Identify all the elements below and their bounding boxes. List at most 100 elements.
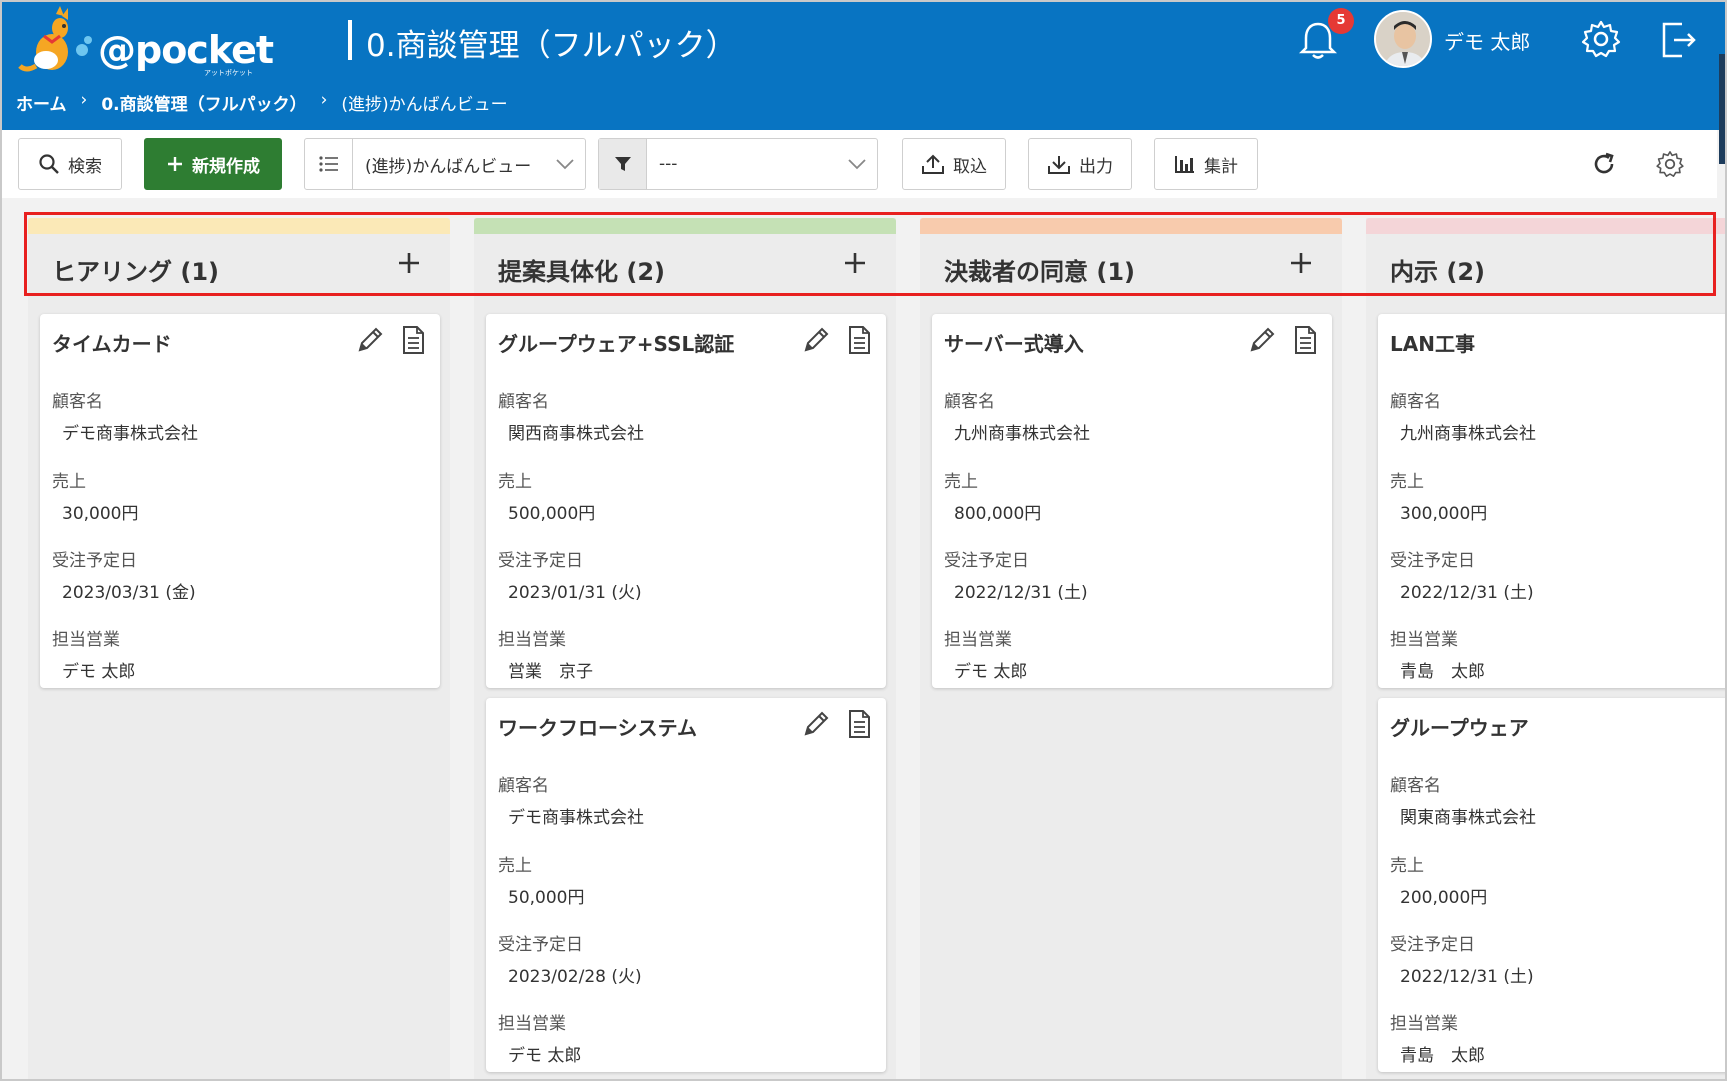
breadcrumb-current-view: (進捗)かんばんビュー [341, 95, 508, 115]
import-button[interactable]: 取込 [902, 138, 1006, 190]
column-title: ヒアリング (1) [52, 258, 219, 286]
column-status-stripe [474, 218, 896, 234]
edit-button[interactable] [800, 324, 832, 356]
filter-button[interactable] [599, 139, 647, 189]
kangaroo-logo-icon [18, 6, 92, 72]
chevron-down-icon [545, 158, 585, 170]
detail-button[interactable] [398, 324, 428, 356]
plus-icon [845, 253, 865, 273]
card-title[interactable]: グループウェア+SSL認証 [498, 328, 734, 357]
scrollbar-thumb[interactable] [1719, 54, 1725, 164]
add-card-button[interactable] [394, 248, 424, 278]
export-button[interactable]: 出力 [1028, 138, 1132, 190]
field-label-order-date: 受注予定日 [944, 551, 1029, 571]
column-title: 決裁者の同意 (1) [944, 258, 1135, 286]
pocket-logo[interactable]: @pocket アットポケット [16, 6, 274, 77]
field-value-sales: 50,000円 [508, 888, 585, 908]
kanban-card[interactable]: LAN工事 顧客名 九州商事株式会社 売上 300,000円 受注予定日 2022/12/… [1378, 314, 1725, 688]
avatar[interactable] [1374, 10, 1432, 68]
card-title[interactable]: LAN工事 [1390, 328, 1475, 357]
breadcrumb-app[interactable]: 0.商談管理（フルパック） [101, 90, 306, 115]
field-label-customer: 顧客名 [1390, 776, 1441, 796]
bar-chart-icon [1175, 156, 1194, 173]
view-select[interactable]: (進捗)かんばんビュー [304, 138, 586, 190]
card-title[interactable]: グループウェア [1390, 712, 1529, 741]
pencil-icon [804, 711, 829, 736]
field-value-rep: デモ 太郎 [508, 1046, 582, 1066]
breadcrumb-separator: › [320, 90, 328, 110]
refresh-button[interactable] [1586, 146, 1622, 182]
add-card-button[interactable] [1286, 248, 1316, 278]
view-select-value: (進捗)かんばんビュー [365, 156, 532, 177]
column-header: 決裁者の同意 (1) [920, 234, 1342, 298]
view-list-button[interactable] [305, 139, 353, 189]
logo-subtext: アットポケット [204, 69, 253, 77]
field-value-rep: デモ 太郎 [62, 662, 136, 682]
settings-button[interactable] [1580, 18, 1622, 60]
notification-badge: 5 [1328, 8, 1354, 34]
edit-button[interactable] [800, 708, 832, 740]
field-value-order-date: 2023/02/28 (火) [508, 967, 642, 987]
column-header: 提案具体化 (2) [474, 234, 896, 298]
field-label-sales: 売上 [498, 856, 532, 876]
kanban-card[interactable]: サーバー式導入 顧客名 九州商事株式会社 売上 800,000円 受注予定日 2022/1… [932, 314, 1332, 688]
refresh-icon [1594, 152, 1614, 174]
field-value-order-date: 2022/12/31 (土) [1400, 967, 1534, 987]
add-card-button[interactable] [840, 248, 870, 278]
field-value-customer: 関東商事株式会社 [1400, 808, 1536, 828]
field-value-customer: デモ商事株式会社 [62, 424, 198, 444]
user-name[interactable]: デモ 太郎 [1444, 26, 1530, 55]
field-label-sales: 売上 [1390, 472, 1424, 492]
field-value-order-date: 2023/03/31 (金) [62, 583, 196, 603]
kanban-column: ヒアリング (1) タイムカード 顧客名 デモ商事株式会社 売上 30,000円 受注予… [28, 218, 450, 1079]
detail-button[interactable] [844, 324, 874, 356]
detail-button[interactable] [1290, 324, 1320, 356]
card-title[interactable]: タイムカード [52, 328, 172, 357]
field-label-sales: 売上 [52, 472, 86, 492]
search-button-label: 検索 [68, 156, 102, 177]
field-value-order-date: 2022/12/31 (土) [954, 583, 1088, 603]
field-value-sales: 500,000円 [508, 504, 596, 524]
card-title[interactable]: ワークフローシステム [498, 712, 697, 741]
card-title[interactable]: サーバー式導入 [944, 328, 1084, 357]
detail-button[interactable] [844, 708, 874, 740]
plus-icon [399, 253, 419, 273]
column-header: 内示 (2) [1366, 234, 1725, 298]
field-label-sales: 売上 [944, 472, 978, 492]
field-value-customer: 関西商事株式会社 [508, 424, 644, 444]
edit-button[interactable] [1246, 324, 1278, 356]
field-label-order-date: 受注予定日 [498, 551, 583, 571]
field-value-sales: 200,000円 [1400, 888, 1488, 908]
view-settings-button[interactable] [1652, 146, 1688, 182]
list-icon [318, 156, 338, 172]
field-label-customer: 顧客名 [498, 776, 549, 796]
kanban-card[interactable]: グループウェア 顧客名 関東商事株式会社 売上 200,000円 受注予定日 2022/1… [1378, 698, 1725, 1072]
logout-button[interactable] [1658, 18, 1698, 60]
aggregate-button[interactable]: 集計 [1154, 138, 1258, 190]
search-button[interactable]: 検索 [18, 138, 122, 190]
field-label-rep: 担当営業 [944, 630, 1012, 650]
breadcrumb-home[interactable]: ホーム [16, 90, 67, 115]
app-header: @pocket アットポケット 0.商談管理（フルパック） 5 デモ 太郎 ホー… [2, 2, 1725, 130]
kanban-card[interactable]: タイムカード 顧客名 デモ商事株式会社 売上 30,000円 受注予定日 2023/03/… [40, 314, 440, 688]
field-value-sales: 30,000円 [62, 504, 139, 524]
column-status-stripe [1366, 218, 1725, 234]
filter-select[interactable]: --- [598, 138, 878, 190]
kanban-board: ヒアリング (1) タイムカード 顧客名 デモ商事株式会社売上 30,000円受注予… [2, 198, 1725, 1079]
app-title: 0.商談管理（フルパック） [366, 28, 737, 64]
kanban-card[interactable]: ワークフローシステム 顧客名 デモ商事株式会社 売上 50,000円 受注予定日 2023… [486, 698, 886, 1072]
field-value-rep: デモ 太郎 [954, 662, 1028, 682]
app-window: @pocket アットポケット 0.商談管理（フルパック） 5 デモ 太郎 ホー… [0, 0, 1727, 1081]
column-status-stripe [920, 218, 1342, 234]
filter-icon [614, 157, 631, 171]
field-label-rep: 担当営業 [1390, 1014, 1458, 1034]
kanban-card[interactable]: グループウェア+SSL認証 顧客名 関西商事株式会社 売上 500,000円 受注予定日… [486, 314, 886, 688]
field-label-order-date: 受注予定日 [52, 551, 137, 571]
import-label: 取込 [953, 156, 987, 177]
aggregate-label: 集計 [1204, 156, 1238, 177]
new-record-button[interactable]: 新規作成 [144, 138, 282, 190]
field-value-order-date: 2023/01/31 (火) [508, 583, 642, 603]
column-status-stripe [28, 218, 450, 234]
filter-select-value: --- [659, 154, 678, 174]
edit-button[interactable] [354, 324, 386, 356]
